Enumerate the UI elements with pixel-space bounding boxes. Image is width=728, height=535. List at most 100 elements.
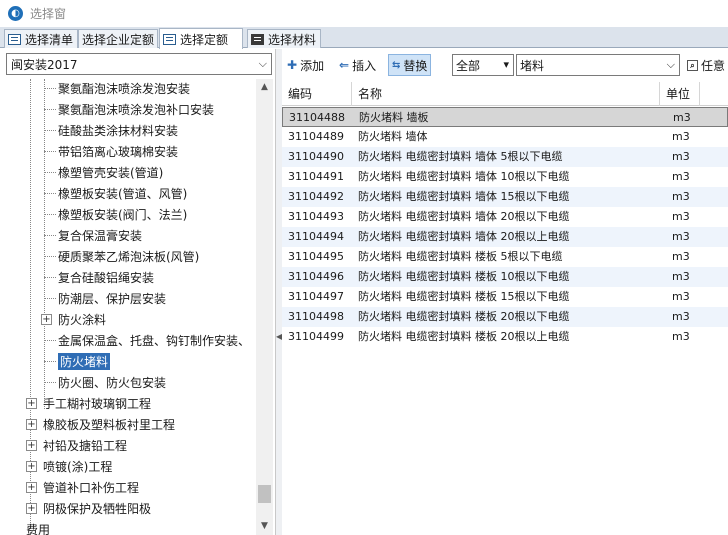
tab-select-enterprise-quota[interactable]: 选择企业定额 xyxy=(78,29,158,48)
tree-item-label: 喷镀(涂)工程 xyxy=(43,459,113,474)
tree-item-label: 硅酸盐类涂抹材料安装 xyxy=(58,123,179,138)
replace-button[interactable]: ⇆ 替换 xyxy=(388,54,432,76)
expand-icon[interactable]: + xyxy=(26,460,37,472)
cell-name: 防火堵料 墙体 xyxy=(358,130,428,143)
tree-item[interactable]: 聚氨酯泡沫喷涂发泡补口安装 xyxy=(44,100,214,118)
table-row[interactable]: 31104496 防火堵料 电缆密封填料 楼板 10根以下电缆 m3 xyxy=(282,267,728,287)
tab-select-quota[interactable]: 选择定额 xyxy=(159,28,243,49)
tree-item[interactable]: 橡塑板安装(管道、风管) xyxy=(44,184,187,202)
table-row[interactable]: 31104490 防火堵料 电缆密封填料 墙体 5根以下电缆 m3 xyxy=(282,147,728,167)
expand-icon[interactable]: + xyxy=(26,502,37,514)
table-row[interactable]: 31104495 防火堵料 电缆密封填料 楼板 5根以下电缆 m3 xyxy=(282,247,728,267)
tree-item[interactable]: + 橡胶板及塑料板衬里工程 xyxy=(26,415,175,433)
cell-unit: m3 xyxy=(672,130,690,143)
table-row[interactable]: 31104489 防火堵料 墙体 m3 xyxy=(282,127,728,147)
tree-item[interactable]: + 衬铅及搪铅工程 xyxy=(26,436,127,454)
expand-icon[interactable]: + xyxy=(26,397,37,409)
chevron-down-icon[interactable]: ⌵ xyxy=(259,57,267,71)
column-header-unit[interactable]: 单位 xyxy=(660,82,700,106)
tab-label: 选择材料 xyxy=(268,32,317,47)
table-row[interactable]: 31104492 防火堵料 电缆密封填料 墙体 15根以下电缆 m3 xyxy=(282,187,728,207)
table-row[interactable]: 31104494 防火堵料 电缆密封填料 墙体 20根以上电缆 m3 xyxy=(282,227,728,247)
table-row[interactable]: 31104493 防火堵料 电缆密封填料 墙体 20根以下电缆 m3 xyxy=(282,207,728,227)
tree-item[interactable]: 硅酸盐类涂抹材料安装 xyxy=(44,121,179,139)
quota-tree: 聚氨酯泡沫喷涂发泡安装 聚氨酯泡沫喷涂发泡补口安装 硅酸盐类涂抹材料安装 带铝箔… xyxy=(0,79,256,535)
scope-select[interactable]: 全部 ▾ xyxy=(452,54,514,76)
insert-button[interactable]: ⇐ 插入 xyxy=(336,54,379,76)
cell-unit: m3 xyxy=(672,270,690,283)
add-button-label: 添加 xyxy=(300,58,325,73)
tree-item[interactable]: + 喷镀(涂)工程 xyxy=(26,457,112,475)
tree-item-label: 带铝箔离心玻璃棉安装 xyxy=(58,144,179,159)
table-row[interactable]: 31104491 防火堵料 电缆密封填料 墙体 10根以下电缆 m3 xyxy=(282,167,728,187)
chevron-down-icon[interactable]: ▾ xyxy=(503,58,509,71)
expand-icon[interactable]: + xyxy=(26,439,37,451)
tree-item-label: 防火圈、防火包安装 xyxy=(58,375,167,390)
tree-item[interactable]: + 阴极保护及牺牲阳极 xyxy=(26,499,151,517)
any-search-label: 任意 xyxy=(701,58,726,73)
table-row[interactable]: 31104497 防火堵料 电缆密封填料 楼板 15根以下电缆 m3 xyxy=(282,287,728,307)
column-header-code[interactable]: 编码 xyxy=(282,82,352,106)
scroll-down-icon[interactable]: ▼ xyxy=(256,518,273,535)
cell-code: 31104498 xyxy=(288,310,344,323)
expand-icon[interactable]: + xyxy=(26,481,37,493)
cell-code: 31104497 xyxy=(288,290,344,303)
left-panel: 闽安装2017 ⌵ 聚氨酯泡沫喷涂发泡安装 聚氨酯泡沫喷涂发泡补口安装 硅酸盐类… xyxy=(0,49,276,535)
cell-unit: m3 xyxy=(672,150,690,163)
tree-item[interactable]: 橡塑板安装(阀门、法兰) xyxy=(44,205,187,223)
tree-item[interactable]: 复合保温膏安装 xyxy=(44,226,143,244)
table-row[interactable]: 31104499 防火堵料 电缆密封填料 楼板 20根以上电缆 m3 xyxy=(282,327,728,347)
tree-item[interactable]: 防潮层、保护层安装 xyxy=(44,289,166,307)
tree-item-label: 聚氨酯泡沫喷涂发泡安装 xyxy=(58,81,191,96)
tree-item[interactable]: 橡塑管壳安装(管道) xyxy=(44,163,163,181)
tree-item-label: 防火堵料 xyxy=(58,352,111,370)
cell-name: 防火堵料 电缆密封填料 楼板 20根以上电缆 xyxy=(358,330,570,343)
tree-item[interactable]: + 管道补口补伤工程 xyxy=(26,478,139,496)
expand-icon[interactable]: + xyxy=(26,418,37,430)
tree-item-selected[interactable]: 防火堵料 xyxy=(44,352,111,370)
cell-unit: m3 xyxy=(672,170,690,183)
tree-scrollbar[interactable]: ▲ ▼ xyxy=(256,79,273,535)
table-row[interactable]: 31104488 防火堵料 墙板 m3 xyxy=(282,107,728,127)
cell-unit: m3 xyxy=(672,310,690,323)
cell-name: 防火堵料 墙板 xyxy=(359,111,429,124)
tree-item[interactable]: 硬质聚苯乙烯泡沫板(风管) xyxy=(44,247,199,265)
table-row[interactable]: 31104498 防火堵料 电缆密封填料 楼板 20根以下电缆 m3 xyxy=(282,307,728,327)
chevron-down-icon[interactable]: ⌵ xyxy=(667,58,675,72)
tab-select-material[interactable]: 选择材料 xyxy=(247,29,321,48)
scrollbar-thumb[interactable] xyxy=(258,485,271,503)
column-header-name[interactable]: 名称 xyxy=(352,82,660,106)
cell-code: 31104494 xyxy=(288,230,344,243)
scroll-up-icon[interactable]: ▲ xyxy=(256,79,273,96)
insert-arrow-icon: ⇐ xyxy=(339,58,350,72)
tree-item[interactable]: 聚氨酯泡沫喷涂发泡安装 xyxy=(44,79,191,97)
tree-item[interactable]: + 防火涂料 xyxy=(41,310,106,328)
quota-library-select[interactable]: 闽安装2017 ⌵ xyxy=(6,53,272,75)
tree-item-label: 阴极保护及牺牲阳极 xyxy=(43,501,152,516)
cell-code: 31104496 xyxy=(288,270,344,283)
toolbar: ✚ 添加 ⇐ 插入 ⇆ 替换 全部 ▾ 堵料 ⌵ ⌕ 任意 xyxy=(282,53,728,77)
replace-button-label: 替换 xyxy=(403,58,428,73)
tab-select-list[interactable]: 选择清单 xyxy=(4,29,78,48)
tree-item[interactable]: 复合硅酸铝绳安装 xyxy=(44,268,154,286)
tree-item[interactable]: 金属保温盒、托盘、钩钉制作安装、 xyxy=(44,331,250,349)
search-icon: ⌕ xyxy=(687,59,698,71)
window-title: 选择窗 xyxy=(30,7,67,21)
tree-item[interactable]: 带铝箔离心玻璃棉安装 xyxy=(44,142,179,160)
any-search-button[interactable]: ⌕ 任意 xyxy=(684,54,728,76)
tree-item[interactable]: 防火圈、防火包安装 xyxy=(44,373,167,391)
search-input[interactable]: 堵料 ⌵ xyxy=(516,54,680,76)
cell-name: 防火堵料 电缆密封填料 墙体 5根以下电缆 xyxy=(358,150,563,163)
tree-item-label: 管道补口补伤工程 xyxy=(43,480,140,495)
cell-name: 防火堵料 电缆密封填料 墙体 15根以下电缆 xyxy=(358,190,570,203)
tree-item-label: 复合保温膏安装 xyxy=(58,228,143,243)
plus-icon: ✚ xyxy=(287,58,298,72)
list-icon xyxy=(8,33,21,45)
list-icon xyxy=(251,33,264,45)
cell-name: 防火堵料 电缆密封填料 墙体 20根以下电缆 xyxy=(358,210,570,223)
tree-item[interactable]: + 手工糊衬玻璃钢工程 xyxy=(26,394,151,412)
tab-strip: 选择清单 选择企业定额 选择定额 选择材料 xyxy=(0,27,728,49)
expand-icon[interactable]: + xyxy=(41,313,52,325)
add-button[interactable]: ✚ 添加 xyxy=(284,54,327,76)
tree-item[interactable]: 费用 xyxy=(26,520,50,535)
